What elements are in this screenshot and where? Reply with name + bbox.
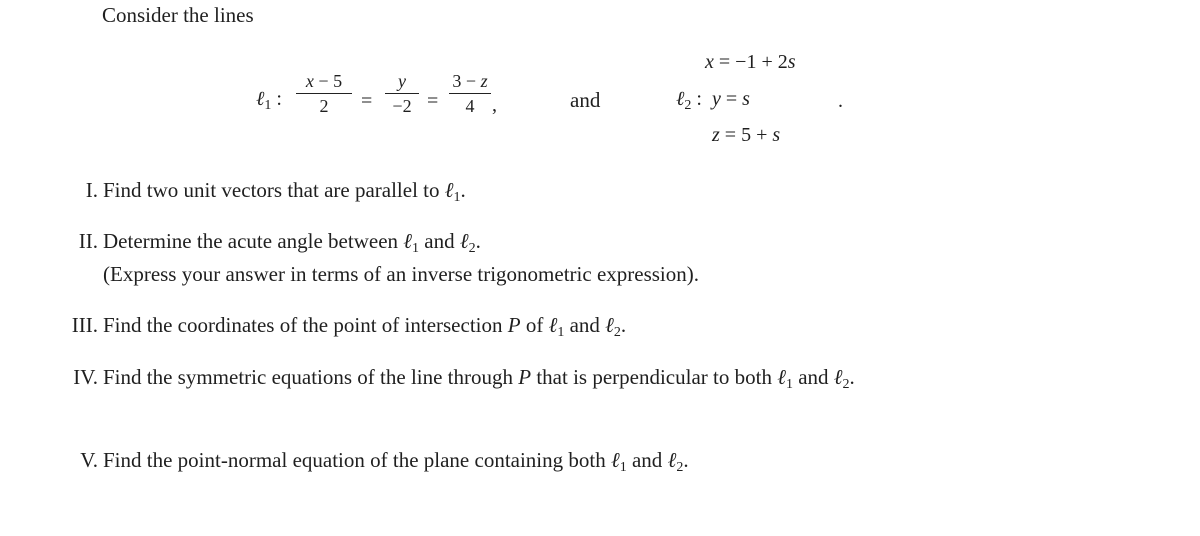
line2-eq-x: x = −1 + 2s [705,51,796,73]
question-note: (Express your answer in terms of an inve… [103,262,699,286]
line1-fraction-y: y −2 [385,70,419,117]
line2-label: ℓ2 : [676,88,702,113]
question-number: IV. [73,365,98,389]
question-number: III. [71,313,98,337]
equals-sign: = [427,90,439,112]
question-text: Find the coordinates of the point of int… [103,313,627,340]
question-text: Find the point-normal equation of the pl… [103,448,689,475]
question-number: I. [85,178,98,202]
line2-eq-z: z = 5 + s [712,124,781,146]
question-number: V. [80,448,98,472]
question-text: Determine the acute angle between ℓ1 and… [103,229,481,256]
line1-label: ℓ1 : [256,88,282,113]
question-text: Find two unit vectors that are parallel … [103,178,466,205]
and-connector: and [570,88,601,112]
line1-fraction-x: x − 5 2 [296,70,352,117]
line1-fraction-z: 3 − z 4 [449,70,491,117]
comma: , [492,94,497,116]
question-number: II. [78,229,98,253]
equals-sign: = [361,90,373,112]
period: . [838,90,843,112]
question-text: Find the symmetric equations of the line… [103,365,855,392]
intro-text: Consider the lines [102,3,254,27]
line2-eq-y: y = s [712,88,750,110]
